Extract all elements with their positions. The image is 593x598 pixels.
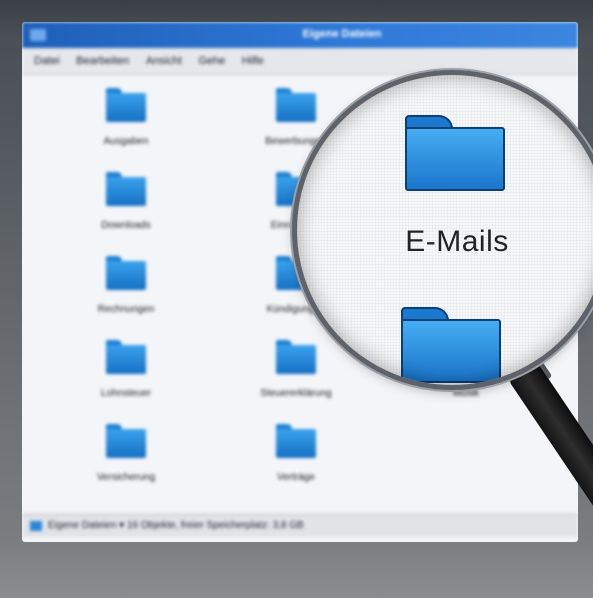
magnifying-glass-lens: E-Mails bbox=[297, 75, 593, 385]
menu-file[interactable]: Datei bbox=[34, 55, 60, 67]
folder-item[interactable]: Steuererklärung bbox=[232, 330, 352, 410]
folder-label: Musik bbox=[452, 388, 480, 399]
folder-label: Lohnsteuer bbox=[100, 388, 152, 399]
folder-item[interactable]: Rechnungen bbox=[62, 246, 182, 326]
folder-icon bbox=[276, 340, 316, 374]
menu-help[interactable]: Hilfe bbox=[242, 55, 264, 67]
folder-label: Steuererklärung bbox=[260, 388, 332, 399]
status-bar: Eigene Dateien ▾ 16 Objekte, freier Spei… bbox=[22, 514, 578, 537]
folder-icon bbox=[106, 424, 146, 458]
menu-edit[interactable]: Bearbeiten bbox=[76, 55, 129, 67]
folder-label: Rechnungen bbox=[97, 304, 155, 315]
folder-item[interactable]: Lohnsteuer bbox=[62, 330, 182, 410]
magnified-folder-icon bbox=[405, 115, 505, 191]
folder-label: Ausgaben bbox=[103, 136, 149, 147]
folder-label: Versicherung bbox=[96, 472, 156, 483]
folder-icon bbox=[276, 424, 316, 458]
folder-icon bbox=[106, 340, 146, 374]
folder-icon bbox=[106, 256, 146, 290]
folder-item[interactable]: Ausgaben bbox=[62, 78, 182, 158]
window-menu-icon[interactable] bbox=[30, 29, 46, 41]
folder-item[interactable]: Verträge bbox=[232, 414, 352, 494]
folder-icon bbox=[106, 172, 146, 206]
magnified-folder-label: E-Mails bbox=[405, 225, 509, 258]
folder-icon bbox=[276, 88, 316, 122]
menu-go[interactable]: Gehe bbox=[198, 55, 225, 67]
menu-bar: Datei Bearbeiten Ansicht Gehe Hilfe bbox=[22, 48, 578, 75]
menu-view[interactable]: Ansicht bbox=[146, 55, 182, 67]
window-title: Eigene Dateien bbox=[302, 28, 382, 40]
status-text: Eigene Dateien ▾ 16 Objekte, freier Spei… bbox=[48, 520, 304, 531]
folder-icon bbox=[106, 88, 146, 122]
folder-label: Verträge bbox=[277, 472, 315, 483]
magnified-folder-icon bbox=[401, 307, 501, 383]
photo-background: Eigene Dateien Datei Bearbeiten Ansicht … bbox=[0, 0, 593, 598]
folder-icon bbox=[30, 521, 42, 531]
folder-item[interactable]: Downloads bbox=[62, 162, 182, 242]
folder-label: Downloads bbox=[101, 220, 151, 231]
folder-item[interactable]: Versicherung bbox=[62, 414, 182, 494]
window-titlebar[interactable]: Eigene Dateien bbox=[22, 22, 578, 48]
